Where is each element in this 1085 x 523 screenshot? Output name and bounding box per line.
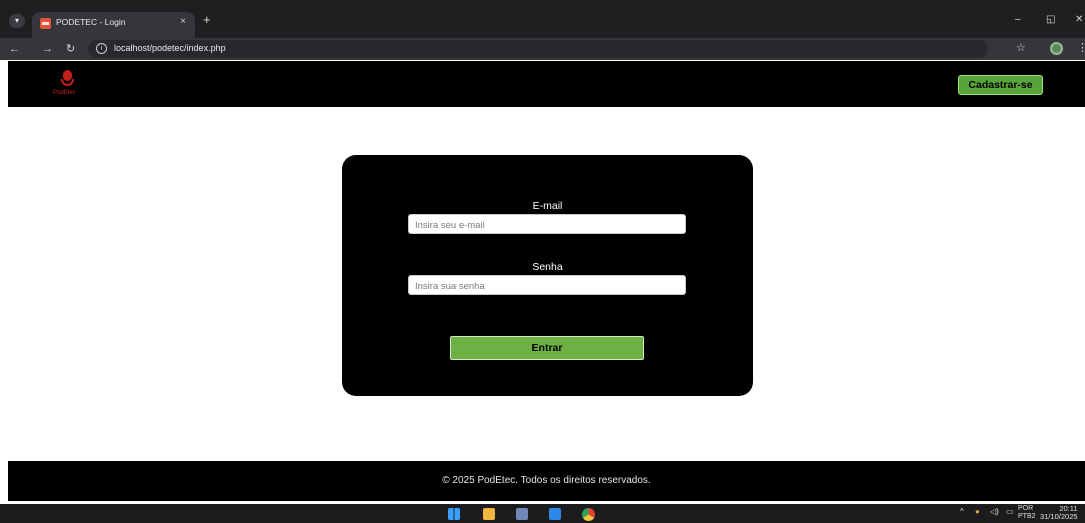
tab-close-button[interactable]: × [180, 16, 186, 27]
url-field[interactable]: i localhost/podetec/index.php [88, 40, 988, 58]
language-bottom: PTB2 [1018, 513, 1036, 520]
taskbar: ^ ● ◁) ▭ POR PTB2 20:11 31/10/2025 [0, 504, 1085, 523]
close-window-button[interactable]: ✕ [1075, 14, 1083, 25]
password-label: Senha [532, 261, 563, 273]
login-card: E-mail Senha Entrar [342, 155, 753, 396]
back-icon[interactable]: ← [9, 42, 20, 56]
address-bar-row: ← → ↻ i localhost/podetec/index.php ☆ ⋮ [0, 38, 1085, 60]
site-logo[interactable]: PodEtec [50, 69, 86, 99]
forward-icon[interactable]: → [42, 42, 53, 56]
password-field-wrapper [408, 275, 686, 296]
password-field[interactable] [409, 277, 685, 296]
email-field-wrapper [408, 214, 686, 235]
site-header: PodEtec Cadastrar-se [8, 61, 1085, 107]
chrome-icon[interactable] [582, 508, 595, 521]
browser-tab-bar: ▾ PODETEC - Login × + – ◱ ✕ [0, 0, 1085, 38]
star-icon[interactable]: ☆ [1016, 41, 1026, 54]
tab-menu-icon[interactable]: ▾ [9, 14, 25, 28]
minimize-button[interactable]: – [1015, 14, 1021, 25]
site-footer: © 2025 PodEtec. Todos os direitos reserv… [8, 461, 1085, 501]
language-top: POR [1018, 505, 1034, 512]
clock-date: 31/10/2025 [1040, 512, 1078, 521]
store-icon[interactable] [516, 508, 528, 520]
browser-tab[interactable]: PODETEC - Login × [32, 12, 195, 38]
volume-icon[interactable]: ◁) [990, 507, 999, 516]
url-text[interactable]: localhost/podetec/index.php [114, 43, 226, 53]
logo-text: PodEtec [53, 90, 76, 96]
menu-kebab-icon[interactable]: ⋮ [1077, 41, 1085, 54]
microphone-tray-icon[interactable]: ● [975, 507, 980, 516]
tab-title: PODETEC - Login [56, 17, 126, 27]
network-icon[interactable]: ▭ [1006, 507, 1014, 516]
reload-icon[interactable]: ↻ [66, 42, 75, 56]
language-indicator[interactable]: POR PTB2 [1018, 505, 1036, 521]
email-label: E-mail [532, 200, 563, 212]
favicon-icon [40, 18, 51, 29]
info-icon[interactable]: i [96, 43, 107, 54]
copyright-text: © 2025 PodEtec. Todos os direitos reserv… [442, 475, 651, 486]
taskbar-clock[interactable]: 20:11 31/10/2025 [1040, 505, 1078, 521]
file-explorer-icon[interactable] [483, 508, 495, 520]
restore-button[interactable]: ◱ [1046, 14, 1055, 25]
extension-icon[interactable] [1050, 42, 1063, 55]
tray-chevron-icon[interactable]: ^ [960, 507, 964, 516]
login-button[interactable]: Entrar [450, 336, 644, 360]
windows-start-icon[interactable] [448, 508, 460, 520]
microphone-stand [61, 79, 74, 86]
new-tab-button[interactable]: + [203, 13, 211, 27]
app-icon[interactable] [549, 508, 561, 520]
signup-button[interactable]: Cadastrar-se [958, 75, 1043, 95]
email-field[interactable] [409, 216, 685, 235]
